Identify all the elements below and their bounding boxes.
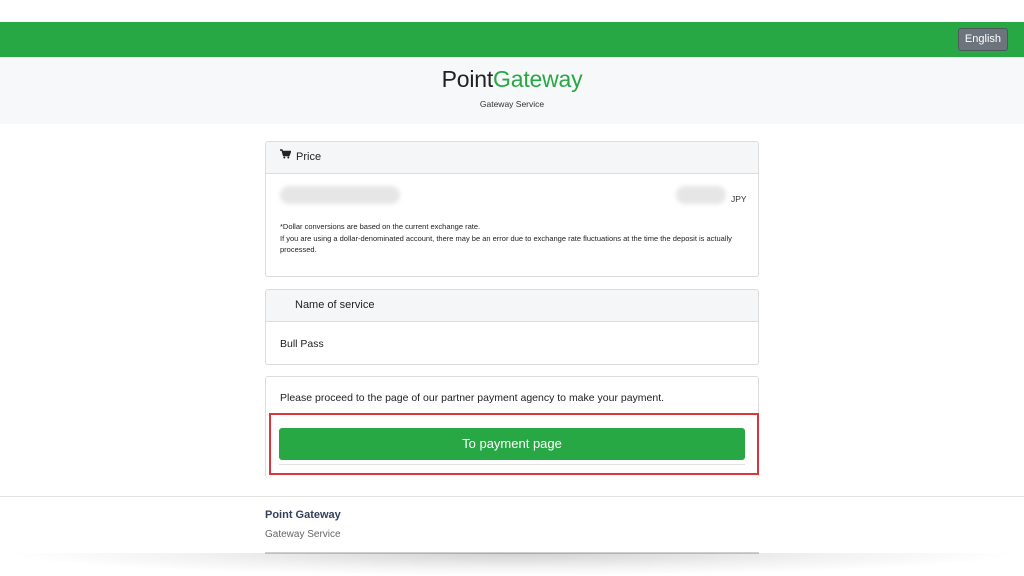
note-line-1: *Dollar conversions are based on the cur… [280,222,481,231]
top-bar: English [0,22,1024,57]
window-shadow [0,553,1024,576]
price-card-header: Price [266,142,758,174]
currency-label: JPY [731,194,747,204]
price-card: Price JPY *Dollar conversions are based … [265,141,759,277]
service-name: Bull Pass [280,338,324,350]
payment-instruction: Please proceed to the page of our partne… [280,392,665,404]
language-button[interactable]: English [957,28,1008,51]
price-jpy-amount-redacted [676,186,726,204]
logo-text-gateway: Gateway [493,66,583,92]
site-footer: Point Gateway Gateway Service [0,496,1024,556]
logo-text-point: Point [441,66,494,92]
footer-title: Point Gateway [265,509,341,521]
site-logo[interactable]: PointGateway [0,66,1024,93]
highlight-box [269,413,759,475]
site-subtitle: Gateway Service [479,99,545,109]
footer-subtitle: Gateway Service [265,529,341,540]
price-title: Price [296,151,322,163]
note-line-2: If you are using a dollar-denominated ac… [280,233,732,255]
service-card: Name of service Bull Pass [265,289,759,365]
cart-icon [280,142,292,172]
site-header: PointGateway Gateway Service [0,57,1024,124]
service-card-header: Name of service [266,290,758,322]
price-amount-redacted [280,186,400,204]
exchange-rate-note: *Dollar conversions are based on the cur… [280,221,750,256]
